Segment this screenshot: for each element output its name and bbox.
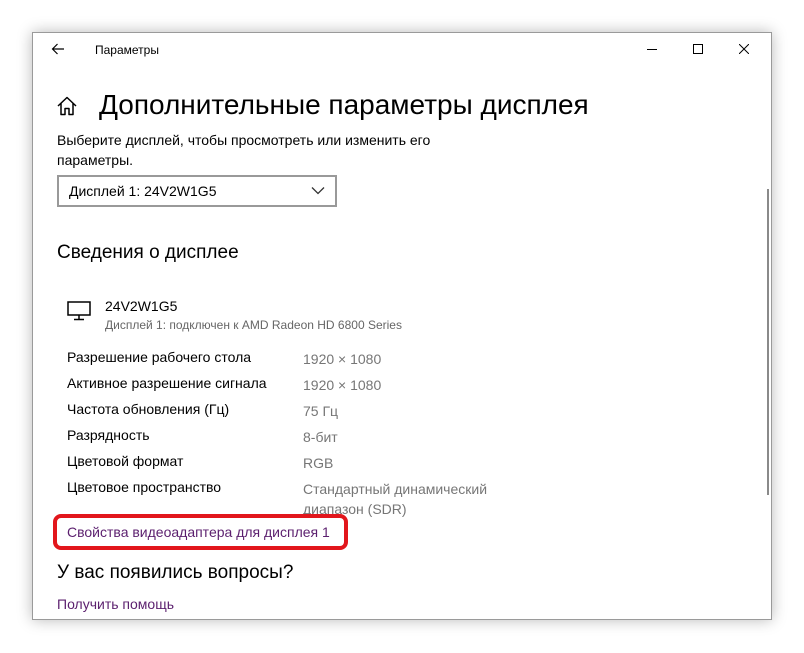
settings-window: Параметры Дополнительные параметры диспл… xyxy=(32,32,772,620)
info-label: Разрешение рабочего стола xyxy=(67,349,252,365)
maximize-icon xyxy=(693,44,703,54)
minimize-button[interactable] xyxy=(629,33,675,65)
page-title: Дополнительные параметры дисплея xyxy=(99,89,589,120)
back-button[interactable] xyxy=(43,37,73,61)
info-value: Стандартный динамический диапазон (SDR) xyxy=(303,481,488,517)
get-help-link[interactable]: Получить помощь xyxy=(57,596,174,612)
info-label: Активное разрешение сигнала xyxy=(67,375,267,391)
window-title: Параметры xyxy=(95,43,159,57)
info-label: Частота обновления (Гц) xyxy=(67,401,230,417)
page-subtitle: Выберите дисплей, чтобы просмотреть или … xyxy=(57,132,431,168)
display-select-value: Дисплей 1: 24V2W1G5 xyxy=(69,183,217,199)
chevron-down-icon xyxy=(311,187,325,195)
monitor-description: Дисплей 1: подключен к AMD Radeon HD 680… xyxy=(105,318,402,332)
adapter-properties-link[interactable]: Свойства видеоадаптера для дисплея 1 xyxy=(67,524,330,540)
home-icon[interactable] xyxy=(56,95,78,117)
info-value: RGB xyxy=(303,455,334,471)
info-label: Разрядность xyxy=(67,427,150,443)
monitor-name: 24V2W1G5 xyxy=(105,298,178,314)
monitor-icon xyxy=(67,301,91,321)
display-info-title: Сведения о дисплее xyxy=(57,242,239,263)
questions-title: У вас появились вопросы? xyxy=(57,562,294,583)
close-icon xyxy=(739,44,749,54)
maximize-button[interactable] xyxy=(675,33,721,65)
info-value: 8-бит xyxy=(303,429,338,445)
info-label: Цветовое пространство xyxy=(67,479,222,495)
scrollbar[interactable] xyxy=(767,189,769,495)
info-value: 75 Гц xyxy=(303,403,339,419)
info-value: 1920 × 1080 xyxy=(303,377,382,393)
arrow-left-icon xyxy=(51,43,64,55)
display-select[interactable]: Дисплей 1: 24V2W1G5 xyxy=(57,175,337,207)
minimize-icon xyxy=(647,49,657,50)
title-bar: Параметры xyxy=(33,33,771,65)
info-value: 1920 × 1080 xyxy=(303,351,382,367)
close-button[interactable] xyxy=(721,33,767,65)
info-label: Цветовой формат xyxy=(67,453,184,469)
